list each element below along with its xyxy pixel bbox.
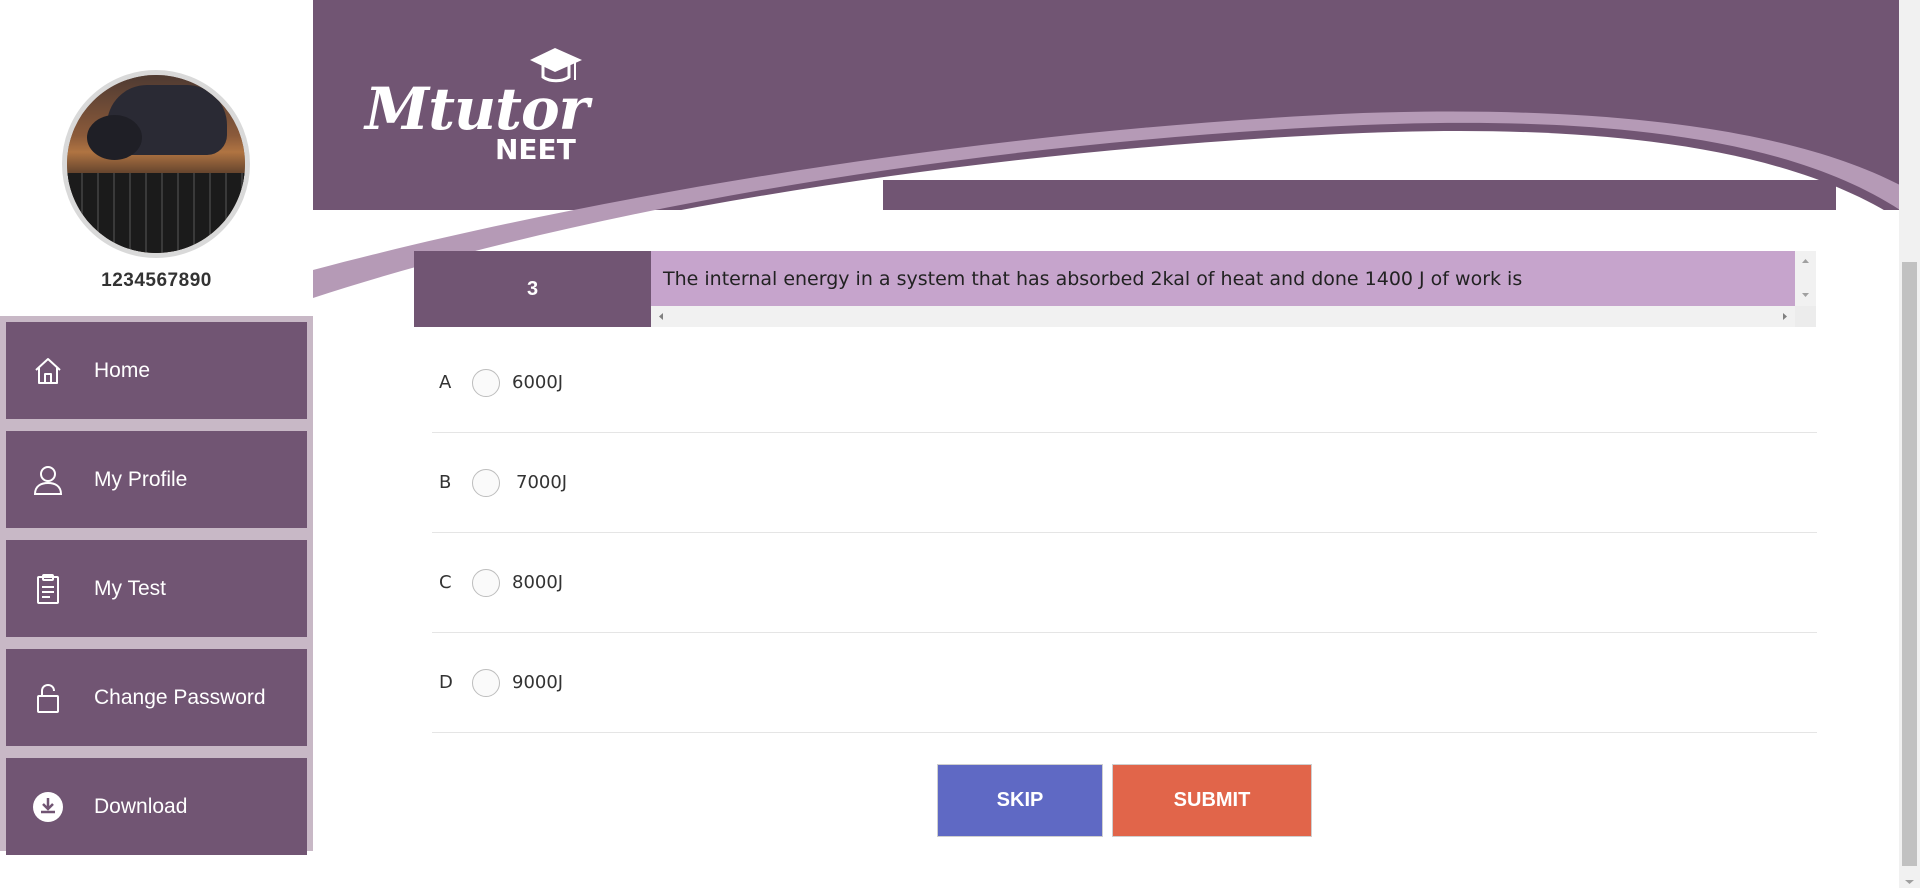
logo-subtext: NEET [495,133,576,166]
sidebar-item-label: My Test [94,576,166,600]
sidebar-item-label: Download [94,794,188,818]
question-text: The internal energy in a system that has… [651,251,1795,306]
option-text: 7000J [516,472,568,493]
question-number: 3 [414,251,651,327]
scroll-arrows-icon [1802,259,1809,297]
sidebar-item-home[interactable]: Home [6,322,307,419]
page-scrollbar-thumb[interactable] [1902,262,1917,866]
option-radio[interactable] [472,568,500,597]
sidebar: 1234567890 Home My Profile My Test Chang… [0,0,313,888]
option-b[interactable]: B 7000J [432,433,1817,533]
option-d[interactable]: D 9000J [432,633,1817,733]
mtutor-neet-logo: Mtutor NEET [365,45,589,166]
option-radio[interactable] [472,468,500,497]
option-letter: D [439,672,453,693]
option-text: 9000J [512,672,564,693]
option-radio[interactable] [472,668,500,697]
option-text: 6000J [512,372,564,393]
option-a[interactable]: A 6000J [432,333,1817,433]
option-letter: A [439,372,452,393]
avatar-photo-earcup [87,115,142,160]
sidebar-item-label: My Profile [94,467,188,491]
sidebar-item-my-test[interactable]: My Test [6,540,307,637]
sidebar-item-change-password[interactable]: Change Password [6,649,307,746]
home-icon [32,355,64,387]
question-text-container: The internal energy in a system that has… [651,251,1816,327]
option-letter: B [439,472,452,493]
sidebar-menu: Home My Profile My Test Change Password … [0,316,313,855]
clipboard-icon [32,573,64,605]
option-letter: C [439,572,452,593]
option-radio[interactable] [472,368,500,397]
user-phone-number: 1234567890 [101,270,212,291]
option-text: 8000J [512,572,564,593]
download-icon [32,791,64,823]
avatar-photo-keyboard [67,172,245,253]
submit-button[interactable]: SUBMIT [1112,764,1312,837]
skip-button[interactable]: SKIP [937,764,1103,837]
question-vertical-scrollbar[interactable] [1795,251,1816,306]
sidebar-item-my-profile[interactable]: My Profile [6,431,307,528]
sidebar-item-label: Home [94,358,151,382]
page-scrollbar[interactable] [1899,0,1920,888]
option-c[interactable]: C 8000J [432,533,1817,633]
horizontal-scroll-arrows-icon [659,313,1787,320]
lock-icon [32,682,64,714]
question-horizontal-scrollbar[interactable] [651,306,1795,327]
user-icon [32,464,64,496]
avatar[interactable] [62,70,250,258]
answer-options: A 6000J B 7000J C 8000J D 9000J [432,333,1817,733]
sidebar-item-download[interactable]: Download [6,758,307,855]
sidebar-item-label: Change Password [94,685,266,709]
